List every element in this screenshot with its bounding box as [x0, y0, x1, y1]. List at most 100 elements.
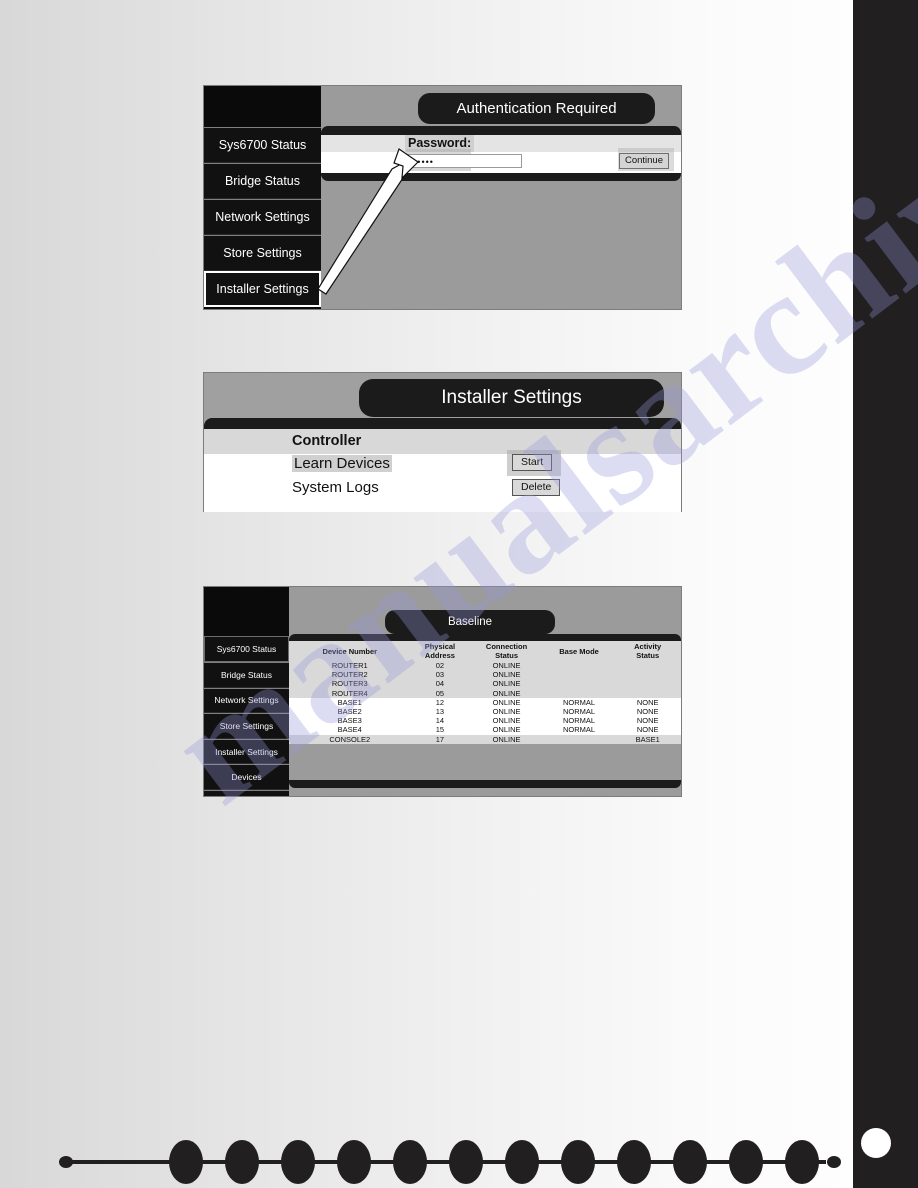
start-button[interactable]: Start — [512, 454, 553, 471]
sidebar-item-label: Sys6700 Status — [216, 644, 277, 655]
panel1-content: Authentication Required Password: ••••••… — [321, 86, 681, 309]
devices-table-body: ROUTER1 02 ONLINE ROUTER2 03 ONLINE ROUTER3 04 O… — [289, 661, 681, 744]
panel3-sidebar: Sys6700 Status Bridge Status Network Set… — [204, 587, 289, 797]
header-line2: Status — [636, 651, 660, 660]
table-cell: 13 — [410, 707, 470, 717]
table-cell: NORMAL — [543, 707, 615, 717]
sidebar-item-installer-settings[interactable]: Installer Settings — [204, 738, 289, 765]
table-cell: ONLINE — [469, 716, 544, 726]
header-line1: Connection — [485, 642, 528, 651]
table-top-bevel — [289, 634, 681, 641]
table-cell: NONE — [614, 707, 681, 717]
table-cell: BASE1 — [614, 734, 681, 744]
table-cell: CONSOLE2 — [289, 734, 411, 744]
delete-button[interactable]: Delete — [512, 479, 561, 496]
header-line1: Base Mode — [559, 646, 599, 656]
table-header-row: Device Number Physical Address Connectio… — [289, 641, 681, 661]
list-item-system-logs[interactable]: System Logs — [292, 479, 379, 496]
table-bottom-bevel — [289, 780, 681, 788]
table-cell: BASE4 — [289, 725, 411, 735]
table-cell: ONLINE — [469, 688, 544, 698]
panel1-sidebar: Sys6700 Status Bridge Status Network Set… — [204, 86, 321, 309]
right-edge-bar — [853, 0, 918, 1188]
table-cell: 03 — [410, 670, 470, 680]
sidebar-item-label: Store Settings — [223, 246, 302, 260]
header-line2: Status — [495, 651, 518, 660]
sidebar-item-installer-settings[interactable]: Installer Settings — [204, 271, 321, 307]
column-header-physical-address: Physical Address — [410, 641, 470, 661]
sidebar-item-network-settings[interactable]: Network Settings — [204, 199, 321, 235]
sidebar-item-label: Sys6700 Status — [218, 138, 307, 152]
sidebar-item-label: Store Settings — [219, 720, 274, 731]
table-cell: NONE — [614, 716, 681, 726]
sidebar-item-sys6700-status[interactable]: Sys6700 Status — [204, 127, 321, 163]
table-cell: NORMAL — [543, 697, 615, 708]
sidebar-item-bridge-status[interactable]: Bridge Status — [204, 661, 289, 688]
column-header-base-mode: Base Mode — [543, 641, 615, 661]
table-cell: NONE — [614, 697, 681, 708]
sidebar-item-devices[interactable]: Devices — [204, 764, 289, 791]
column-header-activity-status: Activity Status — [614, 641, 681, 661]
continue-button[interactable]: Continue — [618, 153, 669, 169]
panel3-content: Baseline Device Number Physical Address — [289, 587, 681, 796]
table-cell: ONLINE — [469, 725, 544, 735]
sidebar-item-label: Network Settings — [215, 210, 310, 224]
table-cell: NONE — [614, 725, 681, 735]
panel-authentication: Sys6700 Status Bridge Status Network Set… — [203, 85, 682, 310]
table-top-bevel — [204, 418, 681, 429]
sidebar-footer — [204, 790, 289, 797]
table-cell: ROUTER1 — [289, 661, 411, 671]
table-cell: 14 — [410, 716, 470, 726]
table-row: CONSOLE2 17 ONLINE BASE1 — [289, 734, 681, 744]
table-cell — [614, 661, 681, 671]
sidebar-item-label: Installer Settings — [216, 282, 309, 296]
table-cell: ONLINE — [469, 661, 544, 671]
table-cell — [543, 661, 615, 671]
table-cell: 12 — [410, 697, 470, 708]
header-line1: Activity — [634, 642, 662, 651]
table-cell — [614, 670, 681, 680]
sidebar-item-store-settings[interactable]: Store Settings — [204, 235, 321, 271]
table-cell: ONLINE — [469, 679, 544, 689]
devices-table: Device Number Physical Address Connectio… — [289, 641, 681, 744]
table-cell: ONLINE — [469, 734, 544, 744]
devices-table-head: Device Number Physical Address Connectio… — [289, 641, 681, 661]
list-item-learn-devices[interactable]: Learn Devices — [292, 455, 392, 472]
table-row: BASE1 12 ONLINE NORMAL NONE — [289, 697, 681, 708]
sidebar-item-label: Bridge Status — [220, 669, 273, 680]
sidebar-item-store-settings[interactable]: Store Settings — [204, 713, 289, 739]
table-cell — [614, 679, 681, 689]
sidebar-item-label: Devices — [231, 772, 262, 783]
sidebar-item-sys6700-status[interactable]: Sys6700 Status — [204, 636, 289, 662]
table-cell: ONLINE — [469, 707, 544, 717]
table-cell: ONLINE — [469, 670, 544, 680]
sidebar-item-label: Network Settings — [214, 695, 279, 706]
table-cell — [543, 688, 615, 698]
sidebar-item-label: Installer Settings — [215, 746, 278, 757]
sidebar-item-network-settings[interactable]: Network Settings — [204, 687, 289, 714]
table-cell: 05 — [410, 688, 470, 698]
sidebar-item-label: Bridge Status — [224, 174, 301, 188]
table-row: ROUTER3 04 ONLINE — [289, 679, 681, 689]
table-cell: BASE1 — [289, 697, 411, 708]
table-cell: 04 — [410, 679, 470, 689]
table-cell — [543, 734, 615, 744]
table-cell: 02 — [410, 661, 470, 671]
sidebar-item-bridge-status[interactable]: Bridge Status — [204, 163, 321, 199]
form-top-bevel — [321, 126, 681, 135]
footer-dot-rule — [59, 1140, 841, 1184]
table-row: BASE4 15 ONLINE NORMAL NONE — [289, 725, 681, 735]
column-header-device-number: Device Number — [289, 641, 411, 661]
page-root: Sys6700 Status Bridge Status Network Set… — [0, 0, 918, 1188]
password-input[interactable]: •••••• — [406, 154, 522, 168]
table-cell: 17 — [410, 734, 470, 744]
settings-list: Learn Devices System Logs Start Delete — [204, 450, 681, 512]
header-line2: Address — [424, 651, 455, 660]
table-cell: ROUTER2 — [289, 670, 411, 680]
page-title: Baseline — [385, 610, 555, 634]
header-line1: Device Number — [322, 646, 378, 656]
table-row: ROUTER1 02 ONLINE — [289, 661, 681, 671]
table-cell: ONLINE — [469, 697, 544, 708]
table-cell: NORMAL — [543, 725, 615, 735]
column-header-connection-status: Connection Status — [469, 641, 544, 661]
